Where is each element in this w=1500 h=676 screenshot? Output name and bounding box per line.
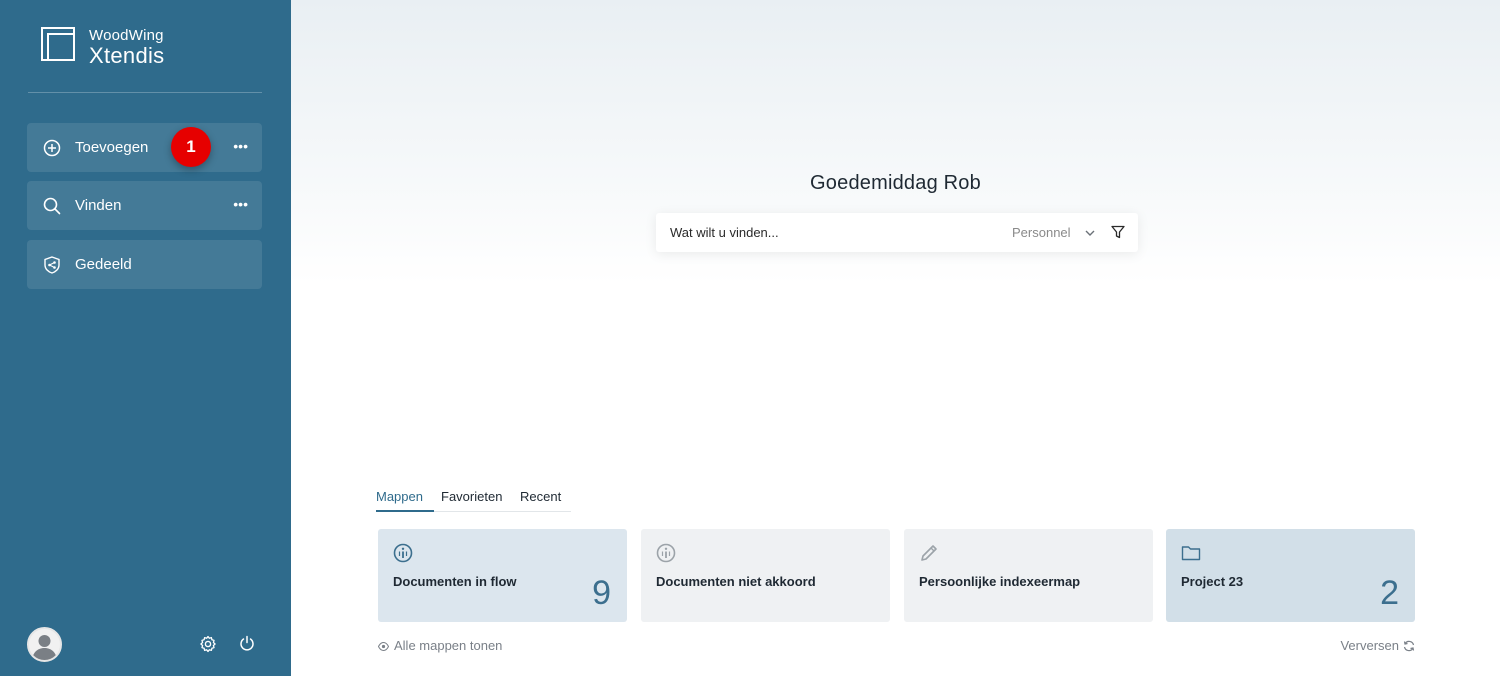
search-bar: Personnel (656, 213, 1138, 252)
page-title: Goedemiddag Rob (810, 172, 981, 194)
card-title: Documenten in flow (393, 574, 517, 589)
more-options-button[interactable]: ••• (233, 139, 248, 153)
tab-favorieten[interactable]: Favorieten (441, 489, 502, 504)
power-icon[interactable] (239, 635, 255, 651)
folder-card-documenten-in-flow[interactable]: Documenten in flow 9 (378, 529, 627, 622)
plus-circle-icon (43, 139, 61, 157)
refresh-icon (1403, 640, 1415, 652)
sidebar-item-toevoegen[interactable]: Toevoegen ••• (27, 123, 262, 172)
logo-mark-icon (41, 27, 77, 63)
tab-mappen[interactable]: Mappen (376, 489, 423, 504)
folder-card-project-23[interactable]: Project 23 2 (1166, 529, 1415, 622)
logo-company: WoodWing (89, 27, 164, 44)
step-badge: 1 (171, 127, 211, 167)
refresh-label: Verversen (1340, 638, 1399, 653)
gear-icon[interactable] (199, 635, 217, 653)
folder-card-persoonlijke-indexeermap[interactable]: Persoonlijke indexeermap (904, 529, 1153, 622)
app-logo[interactable]: WoodWing Xtendis (41, 27, 164, 67)
filter-icon[interactable] (1111, 225, 1125, 239)
pencil-icon (919, 543, 939, 563)
sidebar-item-label: Gedeeld (75, 256, 132, 273)
show-all-label: Alle mappen tonen (394, 638, 503, 653)
shield-share-icon (43, 255, 61, 274)
card-title: Persoonlijke indexeermap (919, 574, 1081, 589)
logo-product: Xtendis (89, 43, 165, 68)
info-circle-icon (393, 543, 413, 563)
tab-recent[interactable]: Recent (520, 489, 561, 504)
sidebar-item-gedeeld[interactable]: Gedeeld (27, 240, 262, 289)
active-tab-indicator (376, 510, 434, 512)
show-all-folders-link[interactable]: Alle mappen tonen (377, 638, 503, 653)
search-scope-select[interactable]: Personnel (1012, 225, 1071, 240)
refresh-button[interactable]: Verversen (1340, 638, 1415, 653)
sidebar-item-vinden[interactable]: Vinden ••• (27, 181, 262, 230)
user-avatar[interactable] (27, 627, 62, 662)
card-count: 2 (1380, 574, 1399, 612)
search-icon (43, 197, 61, 215)
chevron-down-icon[interactable] (1084, 226, 1096, 238)
main-content: Goedemiddag Rob Personnel Mappen Favorie… (291, 0, 1500, 676)
card-count: 9 (592, 574, 611, 612)
folder-card-documenten-niet-akkoord[interactable]: Documenten niet akkoord (641, 529, 890, 622)
info-circle-icon (656, 543, 676, 563)
card-title: Project 23 (1181, 574, 1244, 589)
search-input[interactable] (670, 213, 990, 252)
sidebar: WoodWing Xtendis Toevoegen ••• Vinden ••… (0, 0, 291, 676)
sidebar-item-label: Toevoegen (75, 139, 149, 156)
more-options-button[interactable]: ••• (233, 197, 248, 211)
eye-icon (377, 640, 390, 652)
folder-icon (1181, 543, 1201, 563)
sidebar-divider (28, 92, 262, 93)
card-title: Documenten niet akkoord (656, 574, 816, 589)
sidebar-item-label: Vinden (75, 197, 122, 214)
folder-tabs: Mappen Favorieten Recent (376, 484, 571, 512)
